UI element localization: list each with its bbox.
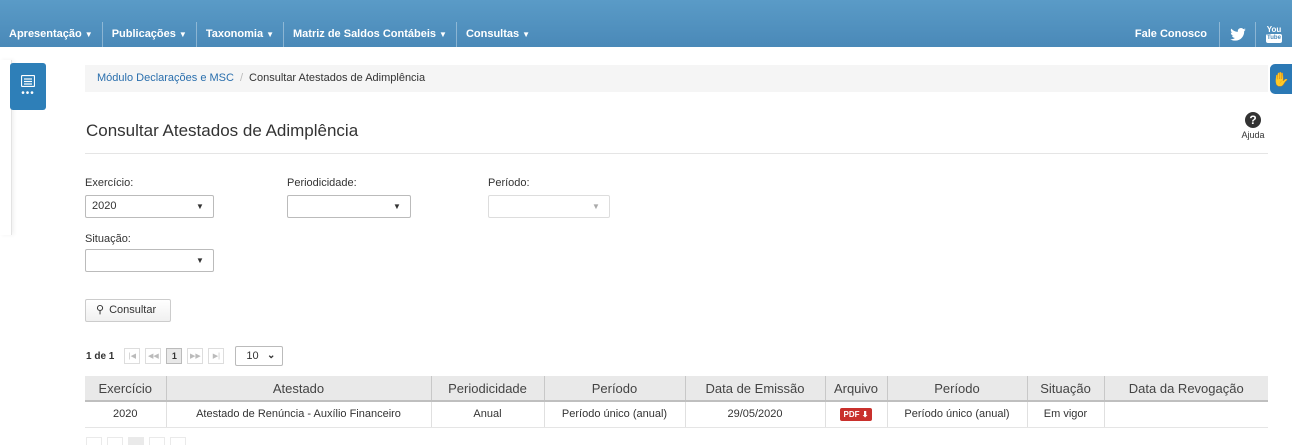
caret-down-icon: ▼ [266, 30, 274, 39]
caret-down-icon: ▼ [522, 30, 531, 39]
col-header-arquivo[interactable]: Arquivo [825, 376, 888, 402]
col-header-atestado[interactable]: Atestado [166, 376, 432, 402]
cell-periodicidade: Anual [431, 401, 545, 428]
main-menu: Apresentação ▼ Publicações ▼ Taxonomia ▼ Ma… [0, 22, 539, 47]
col-header-periodicidade[interactable]: Periodicidade [431, 376, 545, 402]
consultar-button[interactable]: ⚲ Consultar [85, 299, 171, 322]
page-count: 1 de 1 [86, 350, 115, 362]
menu-label: Publicações [111, 28, 176, 40]
caret-down-icon: ▼ [84, 30, 93, 39]
pager-button[interactable] [107, 437, 123, 445]
cell-periodo-2: Período único (anual) [887, 401, 1028, 428]
cell-periodo: Período único (anual) [544, 401, 686, 428]
table-row: 2020 Atestado de Renúncia - Auxílio Fina… [85, 401, 1268, 428]
side-menu-toggle[interactable]: ••• [10, 63, 46, 110]
caret-down-icon: ▼ [178, 30, 187, 39]
rows-per-page-value: 10 [246, 350, 259, 362]
help-button[interactable]: ? Ajuda [1238, 112, 1268, 140]
cell-situacao: Em vigor [1027, 401, 1105, 428]
youtube-icon[interactable]: You Tube [1256, 22, 1292, 47]
prev-page-icon[interactable]: ◀◀ [145, 348, 162, 364]
menu-label: Apresentação [9, 28, 82, 40]
page-number-button[interactable]: 1 [166, 348, 183, 364]
question-circle-icon: ? [1245, 112, 1261, 128]
menu-apresentacao[interactable]: Apresentação ▼ [0, 22, 103, 47]
next-page-icon[interactable]: ▶▶ [187, 348, 204, 364]
youtube-you-text: You [1266, 25, 1282, 34]
fale-conosco-link[interactable]: Fale Conosco [1123, 22, 1220, 47]
bottom-pagination-partial [86, 437, 191, 445]
cell-data-revogacao [1104, 401, 1268, 428]
breadcrumb-link-modulo[interactable]: Módulo Declarações e MSC [97, 72, 234, 84]
header-right-links: Fale Conosco You Tube [1123, 22, 1292, 47]
search-icon: ⚲ [96, 304, 105, 316]
col-header-data-emissao[interactable]: Data de Emissão [685, 376, 826, 402]
menu-label: Taxonomia [205, 28, 264, 40]
table-header-row: Exercício Atestado Periodicidade Período… [85, 376, 1268, 402]
breadcrumb-separator: / [239, 72, 244, 84]
pager-button[interactable] [149, 437, 165, 445]
accessibility-sign-language-icon[interactable]: ✋ [1270, 64, 1292, 94]
download-icon: ⬇ [861, 409, 869, 419]
caret-down-icon: ▼ [592, 202, 600, 211]
consultar-label: Consultar [109, 304, 157, 316]
pager-button[interactable] [86, 437, 102, 445]
periodicidade-label: Periodicidade: [287, 177, 357, 189]
cell-arquivo: PDF ⬇ [825, 401, 888, 428]
situacao-label: Situação: [85, 233, 131, 245]
help-label: Ajuda [1241, 130, 1265, 140]
pager-button[interactable] [170, 437, 186, 445]
caret-down-icon: ▼ [196, 256, 204, 265]
caret-down-icon: ▼ [196, 202, 204, 211]
pagination: 1 de 1 |◀ ◀◀ 1 ▶▶ ▶| 10 ⌄ [86, 346, 284, 366]
pdf-label: PDF [843, 409, 860, 419]
twitter-icon[interactable] [1220, 22, 1256, 47]
page-title: Consultar Atestados de Adimplência [86, 121, 359, 140]
pdf-download-button[interactable]: PDF ⬇ [839, 407, 873, 421]
col-header-data-revogacao[interactable]: Data da Revogação [1104, 376, 1268, 402]
breadcrumb: Módulo Declarações e MSC / Consultar Atest… [85, 65, 1268, 92]
exercicio-select[interactable]: 2020 ▼ [85, 195, 214, 218]
col-header-situacao[interactable]: Situação [1027, 376, 1105, 402]
breadcrumb-current: Consultar Atestados de Adimplência [249, 72, 426, 84]
rows-per-page-select[interactable]: 10 ⌄ [235, 346, 284, 366]
cell-atestado: Atestado de Renúncia - Auxílio Financeir… [166, 401, 432, 428]
menu-label: Consultas [465, 28, 520, 40]
periodicidade-select[interactable]: ▼ [287, 195, 411, 218]
list-icon [21, 75, 35, 87]
last-page-icon[interactable]: ▶| [208, 348, 225, 364]
cell-data-emissao: 29/05/2020 [685, 401, 826, 428]
col-header-periodo[interactable]: Período [544, 376, 686, 402]
chevron-down-icon: ⌄ [266, 350, 276, 361]
periodo-select[interactable]: ▼ [488, 195, 610, 218]
youtube-tube-text: Tube [1266, 34, 1282, 43]
periodo-label: Período: [488, 177, 530, 189]
top-navigation-bar: Apresentação ▼ Publicações ▼ Taxonomia ▼ Ma… [0, 0, 1292, 47]
title-divider [85, 153, 1268, 154]
menu-publicacoes[interactable]: Publicações ▼ [103, 22, 197, 47]
menu-taxonomia[interactable]: Taxonomia ▼ [197, 22, 284, 47]
menu-consultas[interactable]: Consultas ▼ [457, 22, 539, 47]
first-page-icon[interactable]: |◀ [124, 348, 141, 364]
more-dots-icon: ••• [21, 88, 35, 99]
cell-exercicio: 2020 [85, 401, 167, 428]
exercicio-value: 2020 [92, 200, 117, 212]
caret-down-icon: ▼ [393, 202, 401, 211]
col-header-exercicio[interactable]: Exercício [85, 376, 167, 402]
menu-label: Matriz de Saldos Contábeis [293, 28, 437, 40]
menu-matriz-saldos[interactable]: Matriz de Saldos Contábeis ▼ [284, 22, 457, 47]
pager-button[interactable] [128, 437, 144, 445]
col-header-periodo-2[interactable]: Período [887, 376, 1028, 402]
exercicio-label: Exercício: [85, 177, 134, 189]
results-table: Exercício Atestado Periodicidade Período… [85, 376, 1268, 428]
situacao-select[interactable]: ▼ [85, 249, 214, 272]
caret-down-icon: ▼ [439, 30, 447, 39]
